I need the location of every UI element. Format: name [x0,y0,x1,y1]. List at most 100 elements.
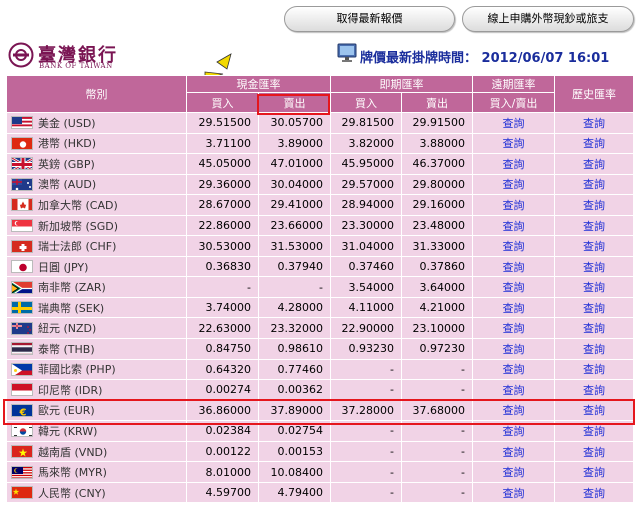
forward-rate-query-link[interactable]: 查詢 [503,487,525,500]
history-rate-query-link[interactable]: 查詢 [583,261,605,274]
history-rate-query-link[interactable]: 查詢 [583,240,605,253]
history-rate-query-link[interactable]: 查詢 [583,446,605,459]
history-rate-query-link[interactable]: 查詢 [583,384,605,397]
forward-query-cell: 查詢 [472,481,555,504]
forward-rate-query-link[interactable]: 查詢 [503,322,525,335]
forward-query-cell: 查詢 [472,194,555,216]
forward-query-cell: 查詢 [472,153,555,175]
history-query-cell: 查詢 [554,481,634,504]
table-row: 英鎊 (GBP) 45.05000 47.01000 45.95000 46.37000… [6,153,634,175]
spot-buy-value: 37.28000 [330,399,402,422]
currency-name: 泰幣 (THB) [38,342,95,356]
history-rate-query-link[interactable]: 查詢 [583,220,605,233]
history-rate-query-link[interactable]: 查詢 [583,199,605,212]
currency-cell: 紐元 (NZD) [6,317,187,340]
forward-rate-query-link[interactable]: 查詢 [503,446,525,459]
history-rate-query-link[interactable]: 查詢 [583,302,605,315]
forward-rate-query-link[interactable]: 查詢 [503,199,525,212]
currency-name: 馬來幣 (MYR) [38,466,107,480]
history-query-cell: 查詢 [554,379,634,401]
history-rate-query-link[interactable]: 查詢 [583,343,605,356]
get-latest-quote-button[interactable]: 取得最新報價 [284,6,455,32]
cash-buy-value: 36.86000 [186,399,259,422]
history-query-cell: 查詢 [554,338,634,360]
table-row: 紐元 (NZD) 22.63000 23.32000 22.90000 23.10000… [6,317,634,340]
spot-sell-value: 0.37860 [401,255,473,278]
forward-rate-query-link[interactable]: 查詢 [503,137,525,150]
forward-query-cell: 查詢 [472,173,555,196]
table-row: 菲國比索 (PHP) 0.64320 0.77460- - 查詢 查詢 [6,358,634,381]
hk-flag-icon [11,136,33,150]
cash-buy-value: 0.00122 [186,440,259,463]
history-query-cell: 查詢 [554,317,634,340]
spot-sell-value: 23.48000 [401,214,473,237]
spot-buy-value: 4.11000 [330,296,402,319]
currency-cell: 美金 (USD) [6,112,187,134]
history-rate-query-link[interactable]: 查詢 [583,158,605,171]
table-row: 港幣 (HKD) 3.71100 3.89000 3.82000 3.88000 查詢 查詢 [6,132,634,155]
forward-rate-query-link[interactable]: 查詢 [503,158,525,171]
forward-rate-query-link[interactable]: 查詢 [503,466,525,479]
currency-cell: 瑞典幣 (SEK) [6,296,187,319]
history-rate-query-link[interactable]: 查詢 [583,281,605,294]
table-row: 馬來幣 (MYR) 8.01000 10.08400- - 查詢 查詢 [6,461,634,483]
forward-rate-query-link[interactable]: 查詢 [503,240,525,253]
forward-rate-query-link[interactable]: 查詢 [503,302,525,315]
spot-sell-value: - [401,481,473,504]
history-query-cell: 查詢 [554,153,634,175]
history-rate-query-link[interactable]: 查詢 [583,322,605,335]
cash-buy-value: 22.63000 [186,317,259,340]
history-rate-query-link[interactable]: 查詢 [583,117,605,130]
forward-query-cell: 查詢 [472,296,555,319]
forward-rate-query-link[interactable]: 查詢 [503,425,525,438]
my-flag-icon [11,465,33,479]
spot-sell-value: 29.16000 [401,194,473,216]
forward-query-cell: 查詢 [472,132,555,155]
online-purchase-button[interactable]: 線上申購外幣現鈔或旅支 [462,6,634,32]
currency-cell: 港幣 (HKD) [6,132,187,155]
currency-cell: 英鎊 (GBP) [6,153,187,175]
currency-cell: 加拿大幣 (CAD) [6,194,187,216]
forward-rate-query-link[interactable]: 查詢 [503,117,525,130]
au-flag-icon [11,177,33,191]
forward-rate-query-link[interactable]: 查詢 [503,261,525,274]
forward-rate-query-link[interactable]: 查詢 [503,178,525,191]
history-query-cell: 查詢 [554,214,634,237]
currency-name: 人民幣 (CNY) [38,486,106,500]
forward-rate-query-link[interactable]: 查詢 [503,363,525,376]
spot-sell-value: 3.88000 [401,132,473,155]
forward-rate-query-link[interactable]: 查詢 [503,384,525,397]
currency-cell: 韓元 (KRW) [6,420,187,442]
cash-sell-value: 0.00153 [258,440,331,463]
currency-cell: 泰幣 (THB) [6,338,187,360]
spot-sell-value: - [401,358,473,381]
history-rate-query-link[interactable]: 查詢 [583,178,605,191]
history-rate-query-link[interactable]: 查詢 [583,404,605,417]
history-rate-query-link[interactable]: 查詢 [583,487,605,500]
currency-name: 瑞典幣 (SEK) [38,301,105,315]
spot-buy-value: - [330,379,402,401]
ch-flag-icon [11,239,33,253]
cash-buy-value: 22.86000 [186,214,259,237]
cash-sell-value: 4.79400 [258,481,331,504]
vn-flag-icon [11,445,33,459]
history-rate-query-link[interactable]: 查詢 [583,466,605,479]
spot-buy-value: 23.30000 [330,214,402,237]
forward-rate-query-link[interactable]: 查詢 [503,281,525,294]
history-query-cell: 查詢 [554,194,634,216]
spot-sell-value: - [401,440,473,463]
history-rate-query-link[interactable]: 查詢 [583,425,605,438]
sg-flag-icon [11,219,33,232]
forward-rate-query-link[interactable]: 查詢 [503,220,525,233]
table-row: 日圓 (JPY) 0.36830 0.37940 0.37460 0.37860 查詢 查詢 [6,255,634,278]
eu-flag-icon: € [11,403,33,417]
forward-rate-query-link[interactable]: 查詢 [503,343,525,356]
forward-rate-query-link[interactable]: 查詢 [503,404,525,417]
history-rate-query-link[interactable]: 查詢 [583,363,605,376]
table-row: 澳幣 (AUD) 29.36000 30.04000 29.57000 29.80000… [6,173,634,196]
spot-sell-value: 4.21000 [401,296,473,319]
forward-query-cell: 查詢 [472,440,555,463]
spot-buy-value: - [330,358,402,381]
spot-buy-value: 45.95000 [330,153,402,175]
history-rate-query-link[interactable]: 查詢 [583,137,605,150]
